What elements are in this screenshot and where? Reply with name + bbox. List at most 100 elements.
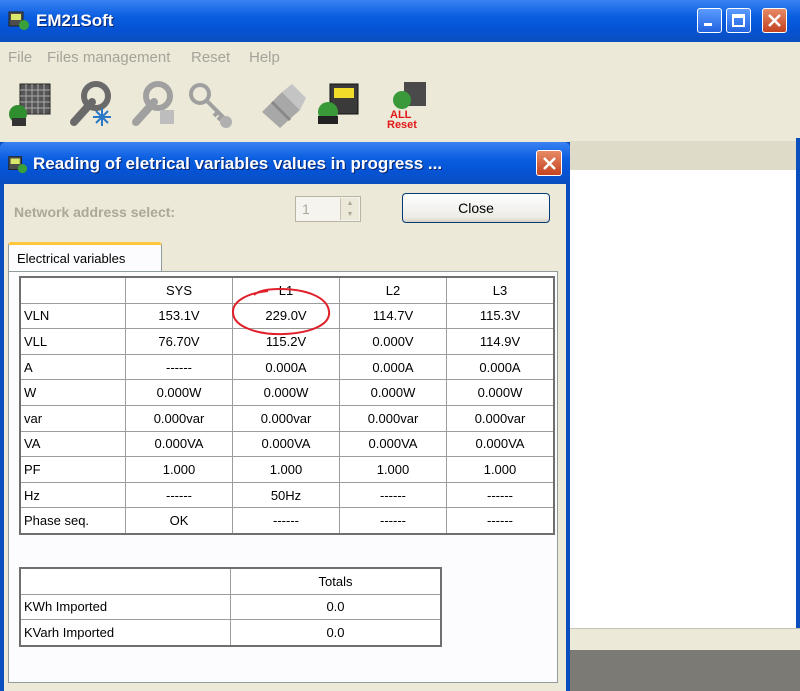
- totals-row: KWh Imported 0.0: [19, 593, 442, 621]
- value-cell: 0.000W: [232, 379, 340, 406]
- window-frame: [796, 42, 800, 691]
- network-address-value: 1: [302, 201, 310, 217]
- app-icon: [8, 11, 29, 30]
- menu-bar: File Files management Reset Help: [0, 42, 800, 72]
- highlight-circle-annotation: [232, 287, 331, 336]
- value-cell: ------: [446, 507, 555, 535]
- value-cell: 114.9V: [446, 328, 555, 355]
- row-label: A: [19, 353, 126, 381]
- row-label: VA: [19, 430, 126, 458]
- column-header: L2: [339, 276, 447, 304]
- key-icon[interactable]: [184, 78, 236, 130]
- row-label: VLL: [19, 328, 126, 355]
- minimize-button[interactable]: [697, 8, 722, 33]
- value-cell: 0.000var: [446, 404, 555, 432]
- close-icon: [543, 157, 556, 170]
- dialog-close-x-button[interactable]: [536, 150, 562, 176]
- column-header: SYS: [125, 276, 233, 304]
- value-cell: 114.7V: [339, 302, 447, 330]
- main-client-area: [568, 170, 796, 628]
- header-corner-cell: [19, 567, 231, 595]
- value-cell: 115.3V: [446, 302, 555, 330]
- value-cell: 0.000W: [446, 379, 555, 406]
- row-label: W: [19, 379, 126, 406]
- value-cell: 1.000: [339, 456, 447, 483]
- table-header-row: Totals: [19, 567, 442, 595]
- dialog-title-bar[interactable]: Reading of eletrical variables values in…: [0, 142, 570, 184]
- value-cell: 0.000var: [232, 404, 340, 432]
- menu-file[interactable]: File: [8, 49, 32, 66]
- value-cell: 1.000: [125, 456, 233, 483]
- spin-up-icon[interactable]: ▲: [341, 198, 359, 209]
- column-header: L3: [446, 276, 555, 304]
- meter-reading-icon[interactable]: [312, 78, 364, 130]
- desktop-background: [568, 650, 800, 691]
- value-cell: 0.000VA: [339, 430, 447, 458]
- status-bar: [568, 628, 800, 651]
- variable-row: A ------ 0.000A 0.000A 0.000A: [19, 353, 555, 381]
- value-cell: 0.000A: [339, 353, 447, 381]
- meter-grid-icon[interactable]: [4, 78, 56, 130]
- value-cell: ------: [339, 481, 447, 509]
- wrench-snowflake-icon[interactable]: [66, 78, 118, 130]
- client-header-strip: [568, 141, 796, 171]
- app-title: EM21Soft: [36, 11, 114, 30]
- value-cell: 50Hz: [232, 481, 340, 509]
- value-cell: 0.000W: [339, 379, 447, 406]
- value-cell: ------: [125, 353, 233, 381]
- value-cell: ------: [232, 507, 340, 535]
- dialog-title: Reading of eletrical variables values in…: [33, 154, 443, 173]
- reading-dialog: Reading of eletrical variables values in…: [0, 142, 570, 691]
- value-cell: 0.000A: [446, 353, 555, 381]
- network-address-spinner[interactable]: 1 ▲ ▼: [295, 196, 361, 222]
- dialog-body: Network address select: 1 ▲ ▼ Close Elec…: [4, 184, 566, 691]
- network-address-label: Network address select:: [14, 204, 176, 220]
- maximize-icon: [732, 14, 745, 27]
- menu-files-management[interactable]: Files management: [47, 49, 170, 66]
- column-header: Totals: [230, 567, 442, 595]
- menu-reset[interactable]: Reset: [191, 49, 230, 66]
- dialog-app-icon: [8, 156, 28, 174]
- all-reset-label-bottom: Reset: [387, 119, 417, 130]
- value-cell: OK: [125, 507, 233, 535]
- variable-row: VA 0.000VA 0.000VA 0.000VA 0.000VA: [19, 430, 555, 458]
- value-cell: 0.000VA: [446, 430, 555, 458]
- toolbar: ALL Reset: [0, 72, 800, 138]
- value-cell: ------: [339, 507, 447, 535]
- variable-row: PF 1.000 1.000 1.000 1.000: [19, 456, 555, 483]
- value-cell: 153.1V: [125, 302, 233, 330]
- minimize-icon: [704, 23, 712, 26]
- value-cell: 0.000var: [339, 404, 447, 432]
- totals-row: KVarh Imported 0.0: [19, 619, 442, 647]
- main-title-bar[interactable]: EM21Soft: [0, 0, 800, 42]
- spinner-arrows[interactable]: ▲ ▼: [340, 198, 359, 220]
- value-cell: 1.000: [232, 456, 340, 483]
- app-close-button[interactable]: [762, 8, 787, 33]
- eraser-icon[interactable]: [256, 78, 308, 130]
- value-cell: 0.0: [230, 593, 442, 621]
- all-reset-icon[interactable]: ALL Reset: [382, 78, 434, 130]
- value-cell: 76.70V: [125, 328, 233, 355]
- maximize-button[interactable]: [726, 8, 751, 33]
- row-label: KWh Imported: [19, 593, 231, 621]
- close-icon: [768, 14, 781, 27]
- value-cell: 0.000A: [232, 353, 340, 381]
- row-label: Hz: [19, 481, 126, 509]
- value-cell: 0.000W: [125, 379, 233, 406]
- menu-help[interactable]: Help: [249, 49, 280, 66]
- value-cell: 0.000V: [339, 328, 447, 355]
- row-label: VLN: [19, 302, 126, 330]
- value-cell: 0.000VA: [125, 430, 233, 458]
- value-cell: ------: [446, 481, 555, 509]
- spin-down-icon[interactable]: ▼: [341, 209, 359, 220]
- row-label: var: [19, 404, 126, 432]
- value-cell: ------: [125, 481, 233, 509]
- totals-table: Totals KWh Imported 0.0 KVarh Imported 0.0: [19, 567, 442, 647]
- row-label: Phase seq.: [19, 507, 126, 535]
- value-cell: 0.000var: [125, 404, 233, 432]
- close-button[interactable]: Close: [402, 193, 550, 223]
- variable-row: Phase seq. OK ------ ------ ------: [19, 507, 555, 535]
- tab-electrical-variables[interactable]: Electrical variables: [8, 242, 162, 272]
- wrench-settings-icon[interactable]: [128, 78, 180, 130]
- value-cell: 0.000VA: [232, 430, 340, 458]
